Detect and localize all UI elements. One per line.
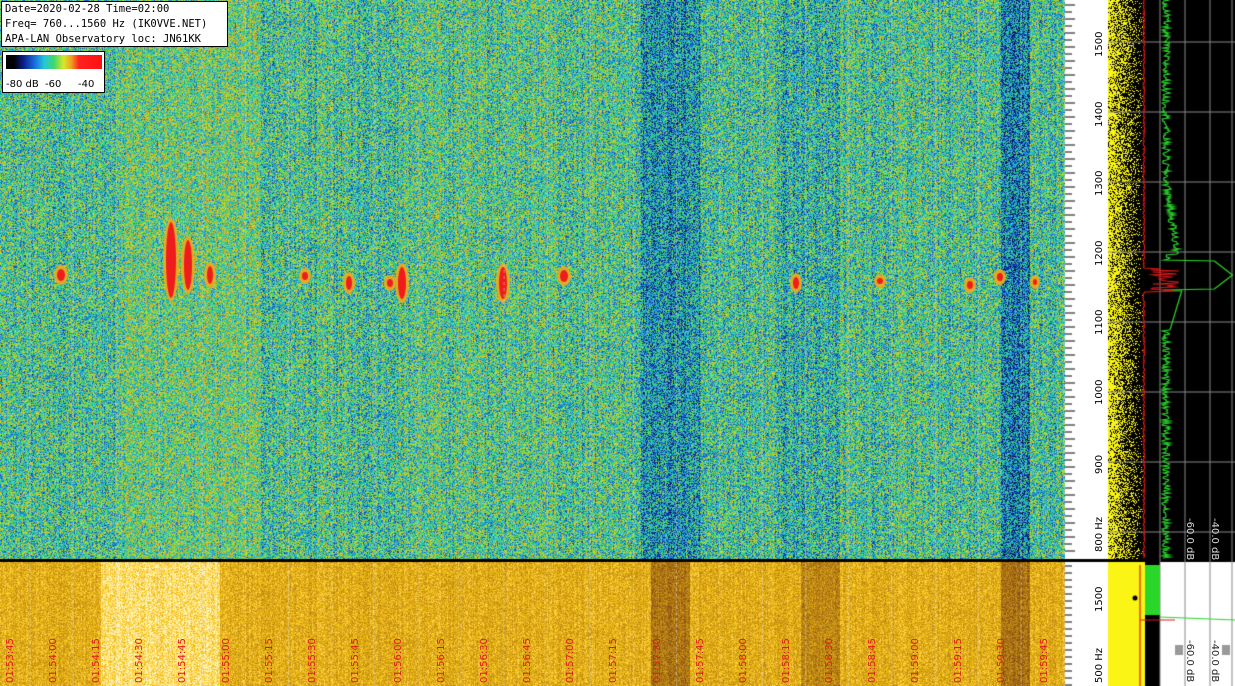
freq-tick-label: 1000	[1094, 379, 1105, 405]
freq-tick-label: 1300	[1094, 170, 1105, 196]
time-label: 01:58:15	[780, 638, 792, 683]
color-scale-legend: -80 dB -60 -40	[2, 51, 105, 93]
freq-tick-label: 1200	[1094, 240, 1105, 266]
db-label: -60.0 dB	[1184, 518, 1195, 561]
scale-label-max: -40	[78, 79, 95, 90]
time-label: 01:54:15	[91, 638, 103, 683]
freq-tick-label: 900	[1094, 454, 1105, 474]
time-label: 01:58:00	[737, 638, 749, 683]
time-label: 01:59:45	[1039, 638, 1051, 683]
time-label: 01:55:15	[263, 638, 275, 683]
freq-tick-label: 1500	[1094, 586, 1105, 612]
freq-tick-label: 1400	[1094, 101, 1105, 127]
frequency-line: Freq= 760...1560 Hz (IK0VVE.NET)	[5, 18, 208, 30]
time-label: 01:59:00	[910, 638, 922, 683]
time-label: 01:55:00	[220, 638, 232, 683]
time-label: 01:57:45	[694, 638, 706, 683]
waterfall-spectrogram	[0, 0, 1235, 686]
time-label: 01:58:30	[823, 638, 835, 683]
time-label: 01:56:00	[392, 638, 404, 683]
time-label: 01:54:00	[48, 638, 60, 683]
date-time-line: Date=2020-02-28 Time=02:00	[5, 3, 170, 15]
time-label: 01:55:30	[306, 638, 318, 683]
freq-tick-label: 500 Hz	[1094, 647, 1105, 683]
info-box: Date=2020-02-28 Time=02:00 Freq= 760...1…	[1, 1, 228, 47]
time-label: 01:56:30	[479, 638, 491, 683]
scale-label-min: -80 dB	[6, 79, 39, 90]
time-label: 01:57:30	[651, 638, 663, 683]
color-scale-bar	[6, 55, 102, 69]
time-label: 01:58:45	[867, 638, 878, 683]
time-label: 01:53:45	[5, 638, 16, 683]
time-label: 01:56:45	[522, 638, 534, 683]
time-label: 01:59:15	[953, 638, 965, 683]
db-label: -40.0 dB	[1209, 518, 1220, 561]
time-label: 01:59:30	[996, 638, 1008, 683]
time-label: 01:57:00	[565, 638, 577, 683]
freq-tick-label: 1100	[1094, 309, 1105, 335]
freq-tick-label: 800 Hz	[1094, 516, 1105, 552]
time-label: 01:56:15	[436, 638, 447, 683]
observatory-line: APA-LAN Observatory loc: JN61KK	[5, 33, 201, 45]
time-label: 01:57:15	[608, 638, 620, 683]
freq-tick-label: 1500	[1094, 31, 1105, 57]
db-label: -40.0 dB	[1209, 640, 1220, 683]
time-label: 01:55:45	[349, 638, 361, 683]
time-label: 01:54:30	[134, 638, 146, 683]
db-label: -60.0 dB	[1184, 640, 1195, 683]
time-label: 01:54:45	[177, 638, 189, 683]
scale-label-mid: -60	[45, 79, 62, 90]
